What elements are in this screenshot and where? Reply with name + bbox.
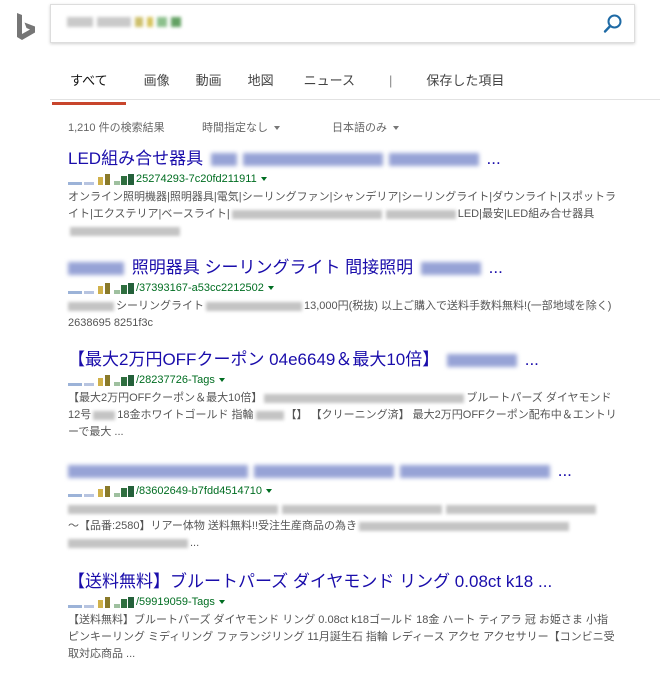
snippet-text: 18金ホワイトゴールド 指輪: [117, 409, 254, 421]
tab-images[interactable]: 画像: [144, 66, 170, 102]
snippet-text: 【送料無料】ブルートパーズ ダイヤモンド リング 0.08ct k18ゴールド …: [68, 614, 615, 660]
result-url-path: /37393167-a53cc2212502: [136, 282, 264, 294]
result-url[interactable]: /37393167-a53cc2212502: [68, 281, 628, 295]
result-title-ellipsis: ...: [488, 258, 503, 277]
blurred-domain: [68, 173, 134, 185]
caret-down-icon[interactable]: [218, 378, 225, 382]
time-filter-label: 時間指定なし: [202, 122, 268, 134]
chevron-down-icon: [274, 126, 280, 131]
caret-down-icon[interactable]: [218, 600, 225, 604]
blurred-domain: [68, 596, 134, 608]
search-input[interactable]: [51, 5, 609, 44]
search-box: [50, 4, 635, 44]
tab-saved[interactable]: 保存した項目: [426, 66, 504, 102]
tab-maps[interactable]: 地図: [248, 66, 274, 102]
result-title: LED組み合せ器具: [68, 149, 204, 168]
tab-news[interactable]: ニュース: [304, 66, 355, 102]
caret-down-icon[interactable]: [267, 286, 274, 290]
snippet-text: シーリングライト: [116, 300, 204, 312]
result-title-ellipsis: ...: [538, 572, 553, 591]
result-title: 【送料無料】ブルートパーズ ダイヤモンド リング 0.08ct k18: [68, 572, 534, 591]
result-title-link[interactable]: 【最大2万円OFFクーポン 04e6649＆最大10倍】 ...: [68, 350, 628, 370]
search-result: 照明器具 シーリングライト 間接照明 ... /37393167-a53cc22…: [68, 258, 628, 332]
snippet-text: ...: [190, 537, 200, 549]
snippet-text: 【最大2万円OFFクーポン＆最大10倍】: [68, 392, 263, 404]
bing-logo[interactable]: [14, 12, 38, 42]
result-title: 照明器具 シーリングライト 間接照明: [131, 258, 414, 277]
result-title-ellipsis: ...: [486, 149, 501, 168]
search-result: ... /83602649-b7fdd4514710 ～【品番:2580】リアー…: [68, 461, 628, 552]
tab-videos[interactable]: 動画: [196, 66, 222, 102]
result-snippet: 【送料無料】ブルートパーズ ダイヤモンド リング 0.08ct k18ゴールド …: [68, 612, 618, 663]
tab-separator: |: [388, 73, 393, 88]
tabs-divider: [50, 99, 660, 100]
result-title-ellipsis: ...: [557, 461, 572, 480]
result-title-link[interactable]: LED組み合せ器具 ...: [68, 149, 628, 169]
result-title-link[interactable]: 【送料無料】ブルートパーズ ダイヤモンド リング 0.08ct k18 ...: [68, 572, 628, 592]
search-tabs: すべて 画像 動画 地図 ニュース | 保存した項目: [52, 66, 504, 105]
result-url[interactable]: 25274293-7c20fd211911: [68, 172, 628, 186]
language-filter-label: 日本語のみ: [332, 122, 387, 134]
search-result: 【送料無料】ブルートパーズ ダイヤモンド リング 0.08ct k18 ... …: [68, 572, 628, 663]
result-url[interactable]: /59919059-Tags: [68, 595, 628, 609]
result-count: 1,210 件の検索結果: [68, 122, 165, 134]
snippet-text: ～【品番:2580】リアー体物 送料無料!!受注生産商品の為き: [68, 520, 358, 532]
result-title-ellipsis: ...: [524, 350, 539, 369]
result-url-path: /59919059-Tags: [136, 596, 215, 608]
blurred-domain: [68, 485, 134, 497]
chevron-down-icon: [393, 126, 399, 131]
result-url-path: 25274293-7c20fd211911: [136, 173, 257, 185]
blurred-domain: [68, 282, 134, 294]
result-snippet: ～【品番:2580】リアー体物 送料無料!!受注生産商品の為き ...: [68, 501, 618, 552]
result-url[interactable]: /83602649-b7fdd4514710: [68, 484, 628, 498]
result-url-path: /83602649-b7fdd4514710: [136, 485, 263, 497]
search-result: 【最大2万円OFFクーポン 04e6649＆最大10倍】 ... /282377…: [68, 350, 628, 441]
result-title-link[interactable]: 照明器具 シーリングライト 間接照明 ...: [68, 258, 628, 278]
snippet-text: LED|最安|LED組み合せ器具: [457, 208, 595, 220]
caret-down-icon[interactable]: [266, 489, 273, 493]
result-snippet: シーリングライト 13,000円(税抜) 以上ご購入で送料手数料無料!(一部地域を…: [68, 298, 618, 332]
result-url-path: /28237726-Tags: [136, 374, 215, 386]
result-snippet: オンライン照明機器|照明器具|電気|シーリングファン|シャンデリア|シーリングラ…: [68, 189, 618, 240]
caret-down-icon[interactable]: [260, 177, 267, 181]
result-title: 【最大2万円OFFクーポン 04e6649＆最大10倍】: [68, 350, 440, 369]
result-snippet: 【最大2万円OFFクーポン＆最大10倍】 ブルートパーズ ダイヤモンド 12号 18…: [68, 390, 618, 441]
result-title-link[interactable]: ...: [68, 461, 628, 481]
result-url[interactable]: /28237726-Tags: [68, 373, 628, 387]
language-filter-dropdown[interactable]: 日本語のみ: [332, 119, 399, 135]
blurred-domain: [68, 374, 134, 386]
search-result: LED組み合せ器具 ... 25274293-7c20fd211911 オンライ…: [68, 149, 628, 240]
time-filter-dropdown[interactable]: 時間指定なし: [202, 119, 280, 135]
search-icon[interactable]: [602, 13, 624, 35]
